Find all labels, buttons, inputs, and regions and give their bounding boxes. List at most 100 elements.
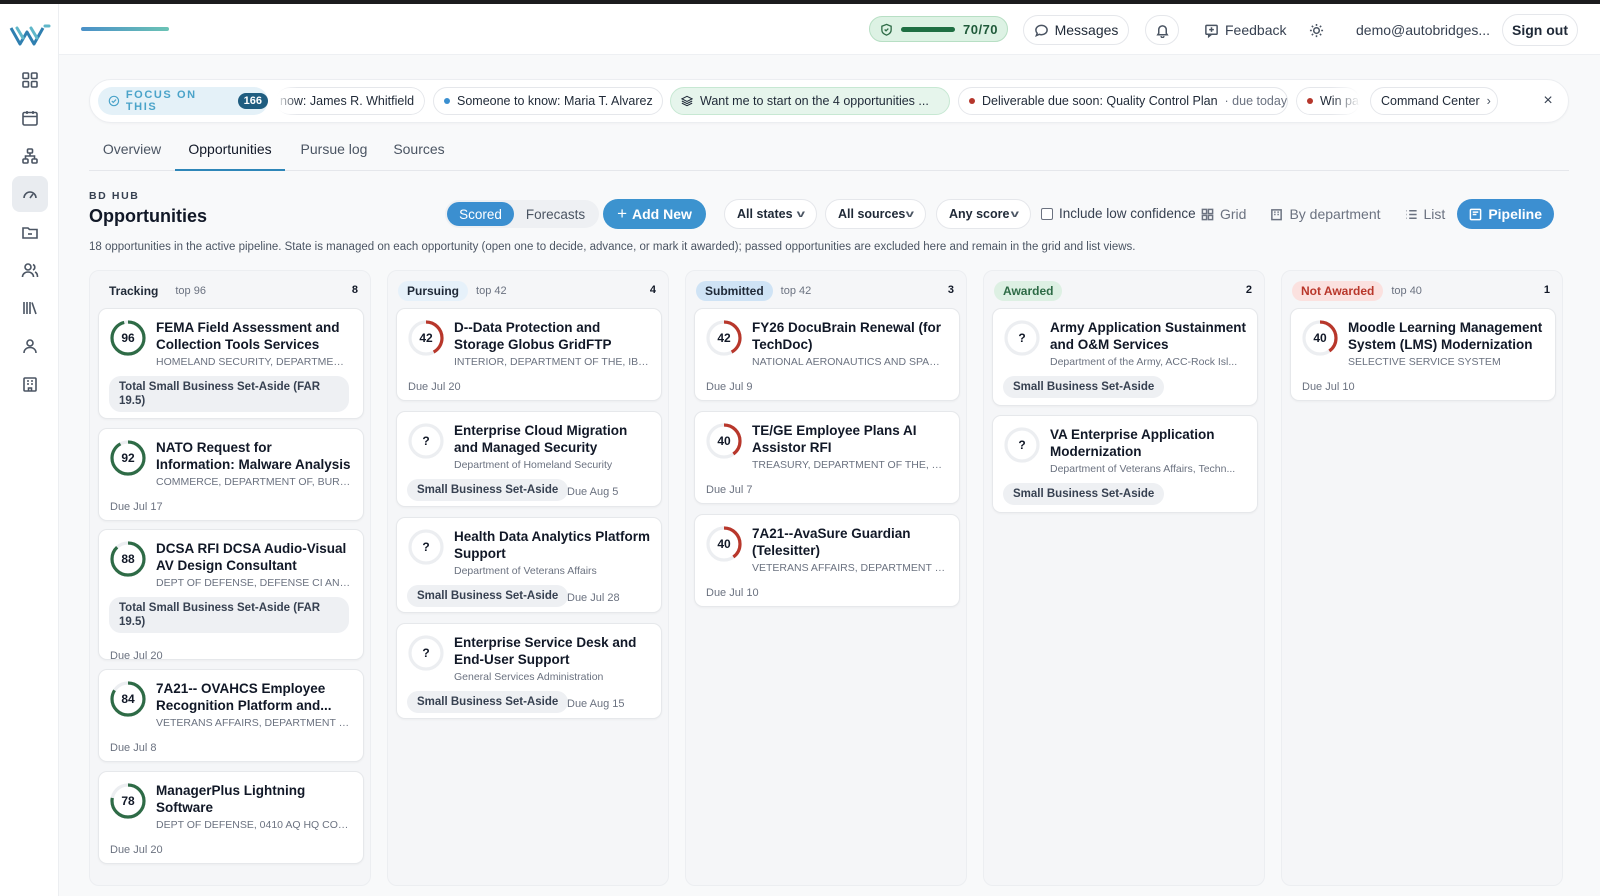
opportunity-card[interactable]: ? Health Data Analytics Platform Support D… — [396, 517, 662, 613]
score-value: 96 — [121, 331, 135, 345]
tab-sources[interactable]: Sources — [385, 141, 453, 171]
opportunity-card[interactable]: ? Enterprise Service Desk and End-User Su… — [396, 623, 662, 719]
states-select[interactable]: All states v — [724, 199, 817, 229]
score-value: ? — [422, 540, 430, 554]
opportunity-card[interactable]: 88 DCSA RFI DCSA Audio-Visual AV Design C… — [98, 529, 364, 662]
grid-view-button[interactable]: Grid — [1189, 199, 1258, 229]
card-title[interactable]: VA Enterprise Application Modernization — [1050, 426, 1247, 460]
card-title[interactable]: D--Data Protection and Storage Globus Gr… — [454, 319, 651, 353]
card-title[interactable]: DCSA RFI DCSA Audio-Visual AV Design Con… — [156, 540, 353, 574]
card-title[interactable]: FY26 DocuBrain Renewal (for TechDoc) — [752, 319, 949, 353]
card-title[interactable]: Army Application Sustainment and O&M Ser… — [1050, 319, 1247, 353]
nav-buildings-icon[interactable] — [12, 366, 48, 402]
card-title[interactable]: Enterprise Service Desk and End-User Sup… — [454, 634, 651, 668]
opportunity-card[interactable]: 40 TE/GE Employee Plans AI Assistor RFI TR… — [694, 411, 960, 504]
pipeline-column-tracking: Tracking top 96 8 96 FEMA Field Assessment a… — [89, 270, 371, 886]
focus-chip-person[interactable]: now: James R. Whitfield — [276, 87, 425, 115]
due-date: Due Aug 15 — [567, 698, 625, 710]
score-value: 78 — [121, 794, 135, 808]
set-aside-tag: Small Business Set-Aside — [407, 479, 569, 501]
chat-bubble-icon — [1034, 24, 1048, 37]
list-view-label: List — [1423, 206, 1446, 222]
nav-gauge-icon[interactable] — [12, 176, 48, 212]
focus-chip-win[interactable]: Win pa — [1296, 87, 1360, 115]
focus-chip-start-opportunities[interactable]: Want me to start on the 4 opportunities … — [670, 87, 950, 115]
card-agency: NATIONAL AERONAUTICS AND SPACE... — [752, 356, 947, 368]
nav-library-icon[interactable] — [12, 290, 48, 326]
nav-team-icon[interactable] — [12, 328, 48, 364]
scored-toggle[interactable]: Scored — [447, 202, 514, 226]
focus-label[interactable]: FOCUS ON THIS 166 — [98, 87, 268, 115]
score-ring: 92 — [109, 439, 147, 477]
nav-calendar-icon[interactable] — [12, 100, 48, 136]
low-confidence-checkbox[interactable]: Include low confidence — [1041, 206, 1196, 221]
nav-dashboard-icon[interactable] — [12, 62, 48, 98]
close-icon[interactable]: × — [1538, 91, 1558, 111]
opportunity-card[interactable]: 92 NATO Request for Information: Malware … — [98, 428, 364, 521]
score-ring: ? — [1003, 426, 1041, 464]
sign-out-button[interactable]: Sign out — [1502, 14, 1578, 46]
opportunity-card[interactable]: ? VA Enterprise Application Modernization… — [992, 415, 1258, 513]
stage-badge: Submitted — [696, 281, 773, 301]
department-view-button[interactable]: By department — [1258, 199, 1392, 229]
tab-overview[interactable]: Overview — [89, 141, 175, 171]
opportunity-card[interactable]: 84 7A21-- OVAHCS Employee Recognition Pla… — [98, 669, 364, 762]
feedback-button[interactable]: Feedback — [1204, 15, 1286, 45]
score-ring: ? — [407, 528, 445, 566]
forecasts-toggle[interactable]: Forecasts — [514, 202, 597, 226]
nav-folder-icon[interactable] — [12, 214, 48, 250]
set-aside-tag: Small Business Set-Aside — [1003, 483, 1165, 505]
tab-label: Overview — [102, 141, 162, 157]
stage-badge: Not Awarded — [1292, 281, 1384, 301]
opportunity-card[interactable]: ? Army Application Sustainment and O&M Se… — [992, 308, 1258, 406]
add-new-button[interactable]: + Add New — [603, 199, 706, 229]
opportunity-card[interactable]: 42 D--Data Protection and Storage Globus … — [396, 308, 662, 401]
pipeline-view-button[interactable]: Pipeline — [1457, 199, 1554, 229]
chevron-down-icon: v — [906, 208, 915, 220]
list-view-button[interactable]: List — [1393, 199, 1458, 229]
score-pill[interactable]: 70/70 — [869, 16, 1008, 42]
opportunity-card[interactable]: ? Enterprise Cloud Migration and Managed … — [396, 411, 662, 507]
focus-chip-text: Win pa — [1320, 94, 1359, 108]
focus-chip-contact[interactable]: Someone to know: Maria T. Alvarez — [433, 87, 663, 115]
messages-button[interactable]: Messages — [1023, 15, 1129, 45]
score-select[interactable]: Any score v — [936, 199, 1031, 229]
command-center-chip[interactable]: Command Center › — [1370, 87, 1498, 115]
card-title[interactable]: 7A21--AvaSure Guardian (Telesitter) — [752, 525, 949, 559]
opportunity-card[interactable]: 40 7A21--AvaSure Guardian (Telesitter) VET… — [694, 514, 960, 607]
opportunity-card[interactable]: 42 FY26 DocuBrain Renewal (for TechDoc) NA… — [694, 308, 960, 401]
focus-chip-deliverable[interactable]: Deliverable due soon: Quality Control Pl… — [958, 87, 1288, 115]
tab-opportunities[interactable]: Opportunities — [175, 141, 285, 171]
card-agency: DEPT OF DEFENSE, DEFENSE CI AND ... — [156, 577, 351, 589]
top-header: 70/70 Messages Feedback demo@autobridges… — [59, 4, 1600, 55]
opportunity-card[interactable]: 96 FEMA Field Assessment and Collection T… — [98, 308, 364, 419]
due-date: Due Jul 20 — [408, 381, 461, 393]
due-date: Due Jul 10 — [706, 587, 759, 599]
tab-label: Pursue log — [300, 141, 368, 157]
nav-org-chart-icon[interactable] — [12, 138, 48, 174]
opportunity-card[interactable]: 78 ManagerPlus Lightning Software DEPT OF … — [98, 771, 364, 864]
card-title[interactable]: Enterprise Cloud Migration and Managed S… — [454, 422, 651, 456]
sources-select[interactable]: All sources v — [825, 199, 926, 229]
app-logo[interactable] — [9, 22, 51, 50]
card-title[interactable]: ManagerPlus Lightning Software — [156, 782, 353, 816]
opportunity-card[interactable]: 40 Moodle Learning Management System (LMS… — [1290, 308, 1556, 401]
card-title[interactable]: NATO Request for Information: Malware An… — [156, 439, 353, 473]
user-email[interactable]: demo@autobridges... — [1356, 15, 1490, 45]
checkbox-box[interactable] — [1041, 207, 1053, 220]
score-value: 40 — [1313, 331, 1327, 345]
theme-toggle-button[interactable] — [1309, 15, 1324, 45]
card-title[interactable]: FEMA Field Assessment and Collection Too… — [156, 319, 353, 353]
chevron-down-icon: v — [1011, 208, 1020, 220]
grid-view-label: Grid — [1220, 206, 1247, 222]
card-title[interactable]: 7A21-- OVAHCS Employee Recognition Platf… — [156, 680, 353, 714]
card-title[interactable]: Health Data Analytics Platform Support — [454, 528, 651, 562]
card-title[interactable]: TE/GE Employee Plans AI Assistor RFI — [752, 422, 949, 456]
tab-pursue-log[interactable]: Pursue log — [295, 141, 373, 171]
focus-label-text: FOCUS ON THIS — [125, 89, 197, 113]
notifications-button[interactable] — [1145, 15, 1179, 45]
card-title[interactable]: Moodle Learning Management System (LMS) … — [1348, 319, 1545, 353]
pipeline-icon — [1469, 208, 1482, 220]
nav-contacts-icon[interactable] — [12, 252, 48, 288]
pipeline-description: 18 opportunities in the active pipeline.… — [89, 241, 1136, 253]
